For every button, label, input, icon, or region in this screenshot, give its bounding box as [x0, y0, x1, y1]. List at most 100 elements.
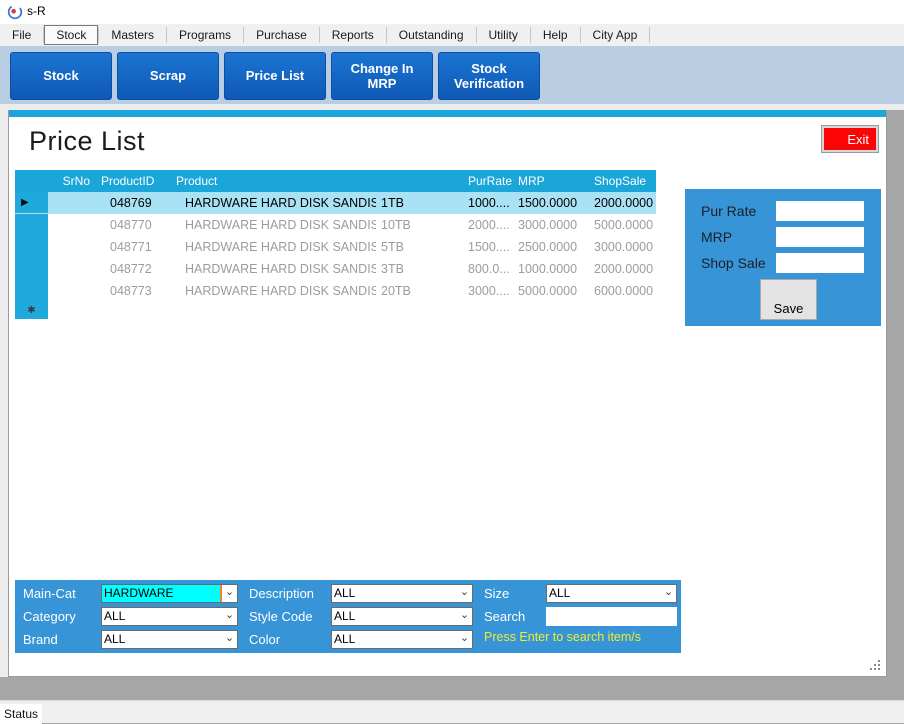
- description-dropdown[interactable]: ALL⌄: [331, 584, 473, 603]
- style-code-dropdown[interactable]: ALL⌄: [331, 607, 473, 626]
- cell-size: 3TB: [376, 262, 463, 276]
- grid-column-header-shopsale[interactable]: ShopSale: [589, 174, 656, 188]
- menu-item-purchase[interactable]: Purchase: [244, 24, 319, 46]
- chevron-down-icon: ⌄: [222, 585, 237, 602]
- cell-purrate: 1500....: [463, 240, 513, 254]
- row-selector-cell[interactable]: ▶: [15, 192, 48, 214]
- table-row[interactable]: 048771HARDWARE HARD DISK SANDISK5TB1500.…: [15, 236, 656, 258]
- toolbar-button-scrap[interactable]: Scrap: [117, 52, 219, 100]
- cell-shopsale: 6000.0000: [589, 284, 656, 298]
- toolbar: StockScrapPrice ListChange In MRPStock V…: [0, 46, 904, 104]
- menu-item-programs[interactable]: Programs: [167, 24, 243, 46]
- cell-product: HARDWARE HARD DISK SANDISK: [171, 196, 376, 210]
- app-icon: [7, 4, 23, 20]
- description-label: Description: [249, 584, 314, 603]
- size-dropdown[interactable]: ALL⌄: [546, 584, 677, 603]
- cell-shopsale: 2000.0000: [589, 196, 656, 210]
- menu-item-outstanding[interactable]: Outstanding: [387, 24, 476, 46]
- cell-size: 5TB: [376, 240, 463, 254]
- cell-productid: 048769: [96, 196, 171, 210]
- row-selector-cell[interactable]: [15, 280, 48, 302]
- cell-size: 20TB: [376, 284, 463, 298]
- menu-item-help[interactable]: Help: [531, 24, 580, 46]
- row-selector-cell[interactable]: [15, 214, 48, 236]
- edit-panel-fields: Pur Rate MRP Shop Sale: [685, 189, 881, 273]
- cell-shopsale: 5000.0000: [589, 218, 656, 232]
- exit-button[interactable]: Exit: [822, 126, 878, 152]
- brand-value: ALL: [102, 631, 222, 648]
- size-label: Size: [484, 584, 509, 603]
- grid-column-header-purrate[interactable]: PurRate: [463, 174, 513, 188]
- cell-purrate: 3000....: [463, 284, 513, 298]
- shop-sale-label: Shop Sale: [701, 255, 776, 271]
- row-selector-cell[interactable]: [15, 258, 48, 280]
- edit-field-row: MRP: [701, 227, 881, 247]
- cell-productid: 048773: [96, 284, 171, 298]
- color-label: Color: [249, 630, 280, 649]
- cell-purrate: 800.0...: [463, 262, 513, 276]
- cell-size: 10TB: [376, 218, 463, 232]
- cell-mrp: 1000.0000: [513, 262, 589, 276]
- menu-item-reports[interactable]: Reports: [320, 24, 386, 46]
- search-label: Search: [484, 607, 525, 626]
- toolbar-button-price-list[interactable]: Price List: [224, 52, 326, 100]
- chevron-down-icon: ⌄: [457, 631, 472, 648]
- save-button[interactable]: Save: [760, 279, 817, 320]
- category-dropdown[interactable]: ALL⌄: [101, 607, 238, 626]
- brand-label: Brand: [23, 630, 58, 649]
- pur-rate-input[interactable]: [776, 201, 864, 221]
- edit-field-row: Shop Sale: [701, 253, 881, 273]
- grid-header-row: SrNoProductIDProduct PurRateMRPShopSale: [15, 170, 656, 192]
- chevron-down-icon: ⌄: [457, 608, 472, 625]
- table-row[interactable]: 048770HARDWARE HARD DISK SANDISK10TB2000…: [15, 214, 656, 236]
- main-cat-label: Main-Cat: [23, 584, 76, 603]
- cell-size: 1TB: [376, 196, 463, 210]
- chevron-down-icon: ⌄: [661, 585, 676, 602]
- cell-productid: 048771: [96, 240, 171, 254]
- color-value: ALL: [332, 631, 457, 648]
- menu-item-masters[interactable]: Masters: [99, 24, 166, 46]
- grid-column-header-srno[interactable]: SrNo: [48, 174, 96, 188]
- new-row-selector-cell[interactable]: ✱: [15, 302, 48, 319]
- grid-column-header-productid[interactable]: ProductID: [96, 174, 171, 188]
- edit-panel: Pur Rate MRP Shop Sale Save: [685, 189, 881, 326]
- grid-column-header-product[interactable]: Product: [171, 174, 376, 188]
- menu-item-file[interactable]: File: [0, 24, 43, 46]
- left-margin: [0, 110, 8, 677]
- status-label: Status: [0, 704, 42, 724]
- color-dropdown[interactable]: ALL⌄: [331, 630, 473, 649]
- chevron-down-icon: ⌄: [222, 631, 237, 648]
- cell-purrate: 1000....: [463, 196, 513, 210]
- brand-dropdown[interactable]: ALL⌄: [101, 630, 238, 649]
- search-input[interactable]: [546, 607, 677, 626]
- table-row[interactable]: 048772HARDWARE HARD DISK SANDISK3TB800.0…: [15, 258, 656, 280]
- row-selector-cell[interactable]: [15, 236, 48, 258]
- cell-productid: 048770: [96, 218, 171, 232]
- cell-purrate: 2000....: [463, 218, 513, 232]
- cell-product: HARDWARE HARD DISK SANDISK: [171, 262, 376, 276]
- resize-grip-icon[interactable]: [870, 660, 882, 672]
- cell-mrp: 1500.0000: [513, 196, 589, 210]
- menu-item-utility[interactable]: Utility: [477, 24, 530, 46]
- category-value: ALL: [102, 608, 222, 625]
- mrp-label: MRP: [701, 229, 776, 245]
- grid-column-header-mrp[interactable]: MRP: [513, 174, 589, 188]
- toolbar-button-stock[interactable]: Stock: [10, 52, 112, 100]
- toolbar-button-stock-verification[interactable]: Stock Verification: [438, 52, 540, 100]
- new-row-icon: ✱: [27, 306, 35, 316]
- size-value: ALL: [547, 585, 661, 602]
- pur-rate-label: Pur Rate: [701, 203, 776, 219]
- page-title: Price List: [29, 126, 145, 157]
- toolbar-button-change-in-mrp[interactable]: Change In MRP: [331, 52, 433, 100]
- shop-sale-input[interactable]: [776, 253, 864, 273]
- cell-shopsale: 3000.0000: [589, 240, 656, 254]
- main-cat-dropdown[interactable]: HARDWARE⌄: [101, 584, 238, 603]
- menu-item-stock[interactable]: Stock: [44, 25, 98, 45]
- table-row[interactable]: 048773HARDWARE HARD DISK SANDISK20TB3000…: [15, 280, 656, 302]
- cell-product: HARDWARE HARD DISK SANDISK: [171, 218, 376, 232]
- table-row[interactable]: ▶ 048769HARDWARE HARD DISK SANDISK1TB1000…: [15, 192, 656, 214]
- mrp-input[interactable]: [776, 227, 864, 247]
- menu-item-city-app[interactable]: City App: [581, 24, 650, 46]
- price-list-grid: SrNoProductIDProductPurRateMRPShopSale▶0…: [15, 170, 656, 319]
- content-panel: Price List Exit SrNoProductIDProduct PurR…: [8, 110, 887, 677]
